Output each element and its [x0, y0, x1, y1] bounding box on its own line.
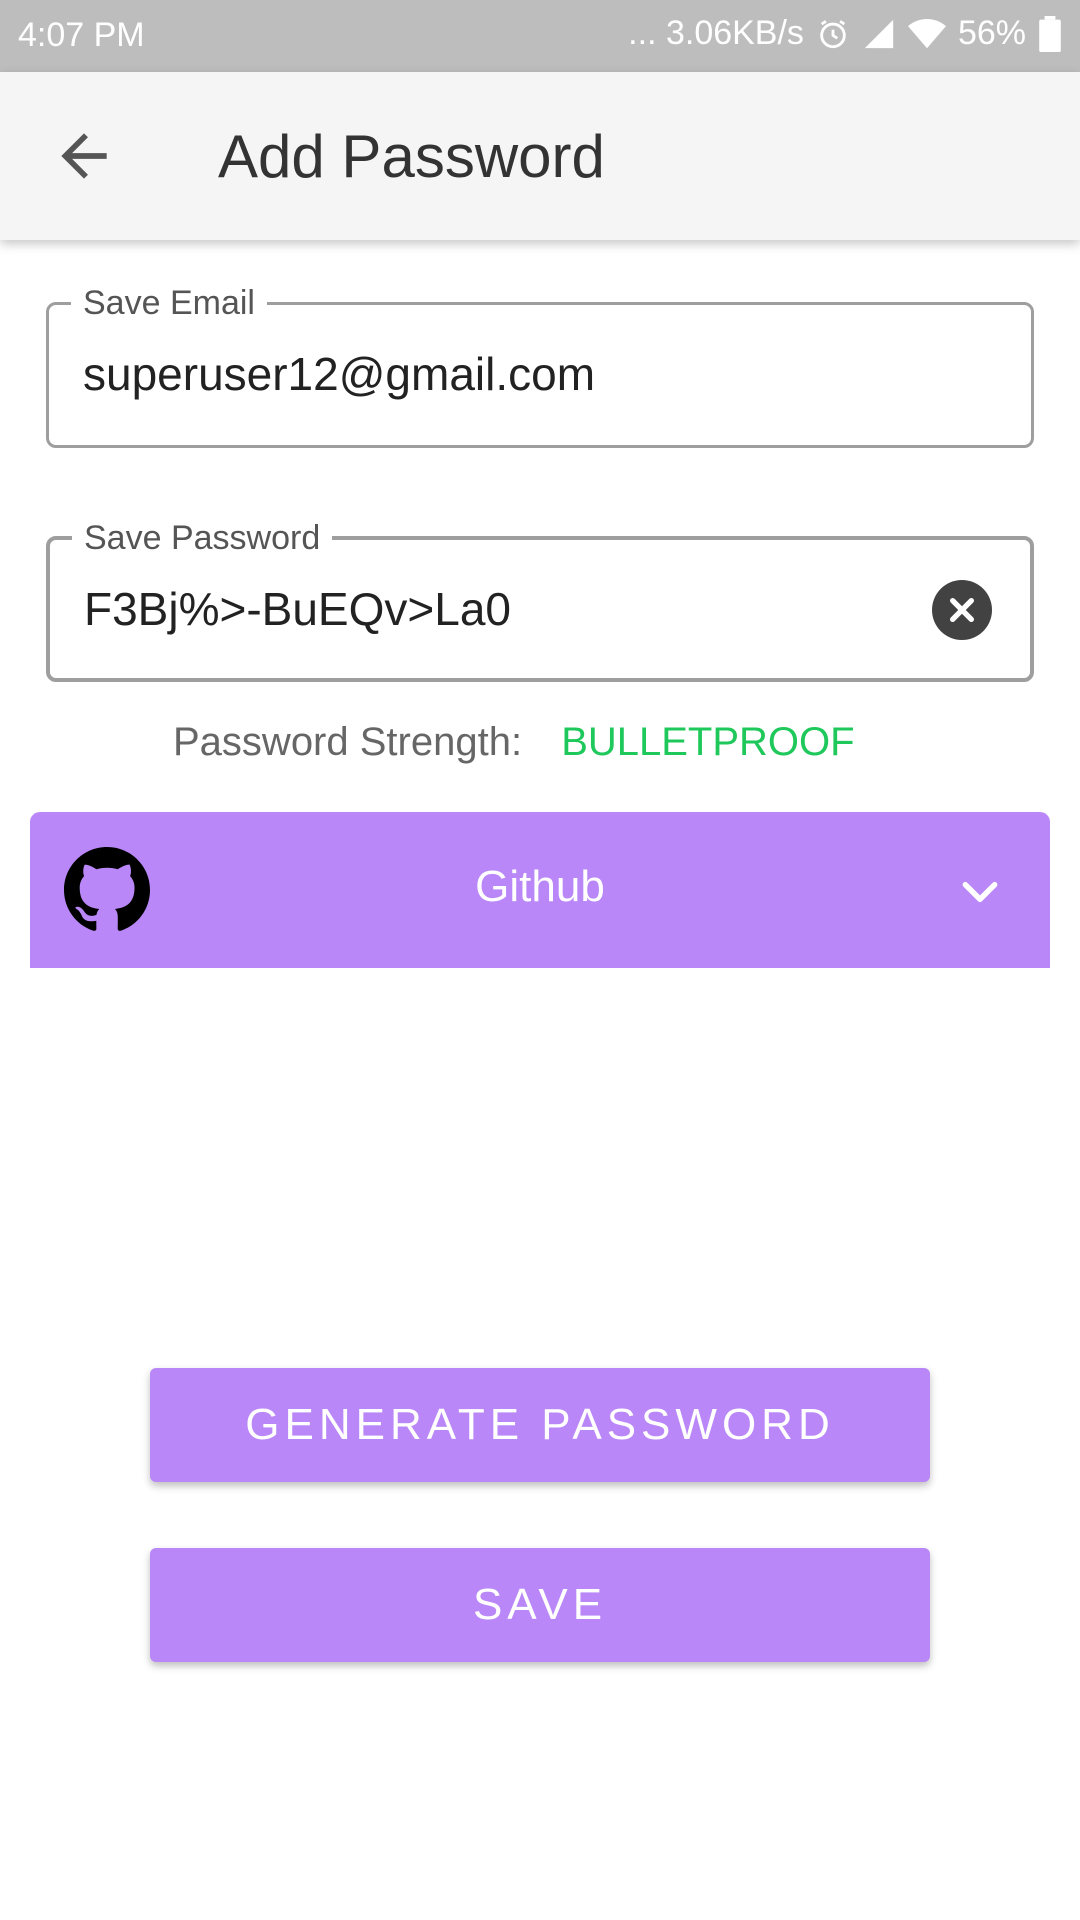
status-icons: ... 3.06KB/s 56%	[628, 14, 1062, 53]
arrow-left-icon	[61, 133, 107, 179]
password-strength: Password Strength: BULLETPROOF	[173, 720, 855, 765]
strength-label: Password Strength:	[173, 720, 523, 764]
password-field-label: Save Password	[72, 516, 333, 560]
network-speed: ... 3.06KB/s	[628, 14, 804, 52]
alarm-icon	[816, 17, 850, 51]
page-title: Add Password	[218, 123, 605, 190]
site-dropdown[interactable]: Github	[30, 812, 1050, 968]
close-icon	[950, 598, 974, 622]
signal-icon	[862, 17, 896, 51]
email-field[interactable]: Save Email superuser12@gmail.com	[46, 281, 1034, 448]
strength-value: BULLETPROOF	[561, 720, 855, 764]
password-input[interactable]: F3Bj%>-BuEQv>La0	[84, 582, 511, 636]
site-selected-label: Github	[475, 862, 605, 911]
save-button[interactable]: SAVE	[150, 1548, 930, 1662]
back-button[interactable]	[50, 122, 118, 190]
password-field[interactable]: Save Password F3Bj%>-BuEQv>La0	[46, 516, 1034, 682]
email-input[interactable]: superuser12@gmail.com	[83, 347, 595, 401]
status-time: 4:07 PM	[18, 16, 145, 54]
battery-icon	[1038, 15, 1062, 52]
wifi-icon	[907, 17, 946, 51]
battery-level: 56%	[957, 14, 1026, 52]
app-bar: Add Password	[0, 72, 1080, 240]
status-bar: 4:07 PM ... 3.06KB/s 56%	[0, 0, 1080, 72]
generate-password-button[interactable]: GENERATE PASSWORD	[150, 1368, 930, 1482]
clear-password-button[interactable]	[932, 580, 992, 640]
email-field-label: Save Email	[71, 281, 267, 325]
chevron-down-icon[interactable]	[958, 870, 1002, 919]
